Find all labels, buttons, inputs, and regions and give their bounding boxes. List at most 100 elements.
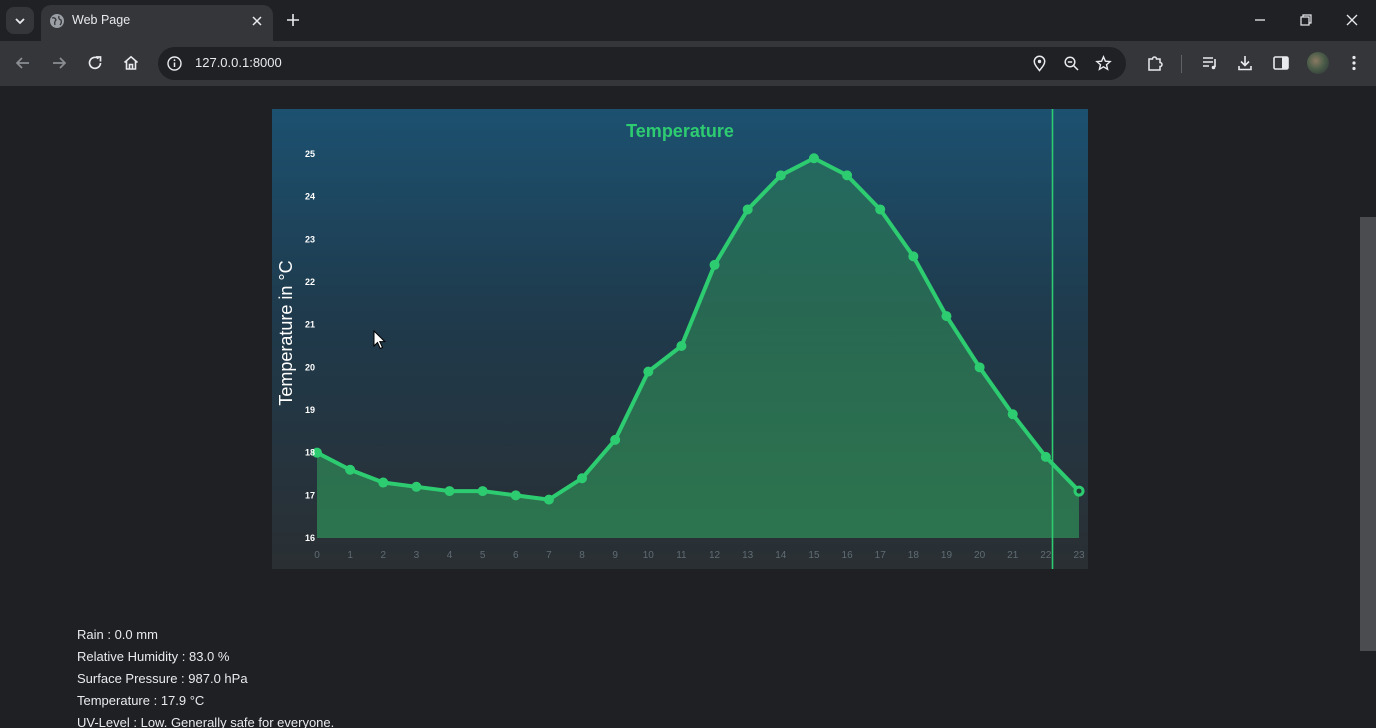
temperature-chart: Temperature Temperature in °C 16 17 18 19 20… [272, 109, 1088, 569]
scrollbar-thumb[interactable] [1360, 217, 1376, 651]
avatar[interactable] [1307, 52, 1329, 74]
puzzle-icon[interactable] [1145, 53, 1165, 73]
x-tick-label-0: 0 [314, 550, 320, 561]
data-point-hour-11[interactable] [676, 341, 687, 351]
x-tick-label-11: 11 [676, 550, 687, 561]
close-icon[interactable] [249, 13, 265, 29]
tab-active[interactable]: Web Page [41, 5, 273, 41]
download-icon[interactable] [1235, 53, 1255, 73]
x-tick-label-9: 9 [612, 550, 618, 561]
media-queue-icon[interactable] [1200, 53, 1220, 73]
restore-icon[interactable] [1297, 11, 1315, 29]
x-tick-label-20: 20 [974, 550, 986, 561]
y-tick-label-24: 24 [305, 192, 315, 202]
y-tick-label-25: 25 [305, 149, 315, 159]
mouse-cursor-icon [373, 330, 387, 350]
data-point-hour-12[interactable] [709, 259, 720, 270]
data-point-hour-16[interactable] [842, 170, 853, 181]
x-tick-label-21: 21 [1007, 550, 1019, 561]
temperature-area [317, 158, 1079, 538]
x-tick-label-18: 18 [908, 550, 920, 561]
data-point-hour-13[interactable] [742, 204, 753, 215]
location-pin-icon[interactable] [1031, 55, 1048, 72]
y-tick-label-20: 20 [305, 362, 315, 372]
star-icon[interactable] [1095, 55, 1112, 72]
page-viewport: Temperature Temperature in °C 16 17 18 19 20… [0, 86, 1376, 728]
x-tick-label-22: 22 [1040, 550, 1052, 561]
y-tick-label-19: 19 [305, 405, 315, 415]
x-tick-label-6: 6 [513, 550, 519, 561]
arrow-left-icon[interactable] [13, 53, 33, 73]
side-panel-icon[interactable] [1271, 53, 1291, 73]
data-point-hour-15[interactable] [808, 153, 819, 164]
x-tick-label-2: 2 [380, 550, 386, 561]
y-tick-label-22: 22 [305, 277, 315, 287]
address-bar[interactable]: 127.0.0.1:8000 [158, 47, 1126, 80]
x-tick-label-10: 10 [643, 550, 655, 561]
arrow-right-icon[interactable] [49, 53, 69, 73]
data-point-hour-23[interactable] [1073, 485, 1085, 497]
data-point-hour-10[interactable] [643, 366, 654, 377]
close-window-icon[interactable] [1343, 11, 1361, 29]
rain-text: Rain : 0.0 mm [77, 627, 158, 642]
tab-strip: Web Page [0, 0, 1376, 41]
x-tick-label-19: 19 [941, 550, 953, 561]
data-point-hour-19[interactable] [941, 311, 952, 322]
temperature-text: Temperature : 17.9 °C [77, 693, 205, 708]
browser-window: Web Page 127.0.0.1:8000 Temperature Temp… [0, 0, 1376, 728]
globe-icon [50, 14, 64, 28]
data-point-hour-2[interactable] [378, 477, 389, 488]
reload-icon[interactable] [85, 53, 105, 73]
tab-title: Web Page [72, 13, 131, 27]
data-point-hour-21[interactable] [1007, 409, 1018, 420]
chart-svg: Temperature Temperature in °C 1617181920… [276, 109, 1085, 569]
x-tick-label-1: 1 [347, 550, 353, 561]
home-icon[interactable] [121, 53, 141, 73]
data-point-hour-7[interactable] [543, 494, 554, 505]
pressure-text: Surface Pressure : 987.0 hPa [77, 671, 248, 686]
data-point-hour-22[interactable] [1040, 451, 1051, 462]
data-point-hour-14[interactable] [775, 170, 786, 181]
info-icon[interactable] [166, 55, 183, 72]
data-point-hour-9[interactable] [610, 434, 621, 445]
y-tick-label-16: 16 [305, 533, 315, 543]
y-tick-label-23: 23 [305, 234, 315, 244]
chevron-down-icon [15, 17, 25, 24]
zoom-out-icon[interactable] [1063, 55, 1080, 72]
y-tick-label-21: 21 [305, 320, 315, 330]
x-tick-label-13: 13 [742, 550, 754, 561]
browser-toolbar: 127.0.0.1:8000 [0, 41, 1376, 86]
url-text[interactable]: 127.0.0.1:8000 [195, 55, 282, 70]
data-point-hour-6[interactable] [510, 490, 521, 501]
x-tick-label-3: 3 [414, 550, 420, 561]
x-tick-label-16: 16 [842, 550, 854, 561]
data-point-hour-3[interactable] [411, 481, 422, 492]
chart-area-layer [317, 158, 1079, 538]
data-point-hour-1[interactable] [345, 464, 356, 475]
y-tick-label-18: 18 [305, 448, 315, 458]
toolbar-separator [1181, 55, 1182, 73]
uv-level-text: UV-Level : Low. Generally safe for every… [77, 715, 335, 728]
data-point-hour-8[interactable] [577, 473, 588, 484]
scrollbar[interactable] [1358, 86, 1376, 728]
x-tick-label-8: 8 [579, 550, 585, 561]
kebab-menu-icon[interactable] [1344, 53, 1364, 73]
x-tick-label-5: 5 [480, 550, 486, 561]
data-point-hour-5[interactable] [477, 486, 488, 497]
x-tick-label-15: 15 [808, 550, 820, 561]
data-point-hour-17[interactable] [875, 204, 886, 215]
x-tick-label-17: 17 [875, 550, 887, 561]
minimize-icon[interactable] [1251, 11, 1269, 29]
data-point-hour-4[interactable] [444, 486, 455, 497]
x-tick-label-23: 23 [1073, 550, 1085, 561]
new-tab-button[interactable] [284, 11, 302, 29]
tab-search-button[interactable] [6, 7, 34, 34]
y-axis-label: Temperature in °C [276, 260, 296, 405]
x-tick-label-4: 4 [447, 550, 453, 561]
x-tick-labels: 0 1 2 3 4 5 6 7 8 9 10 11 12 13 14 15 16 17 18 19 20 21 22 23 [314, 550, 1085, 561]
data-point-hour-18[interactable] [908, 251, 919, 262]
weather-info: Rain : 0.0 mm Relative Humidity : 83.0 %… [77, 624, 334, 728]
y-tick-label-17: 17 [305, 490, 315, 500]
data-point-hour-20[interactable] [974, 362, 985, 373]
humidity-text: Relative Humidity : 83.0 % [77, 649, 230, 664]
